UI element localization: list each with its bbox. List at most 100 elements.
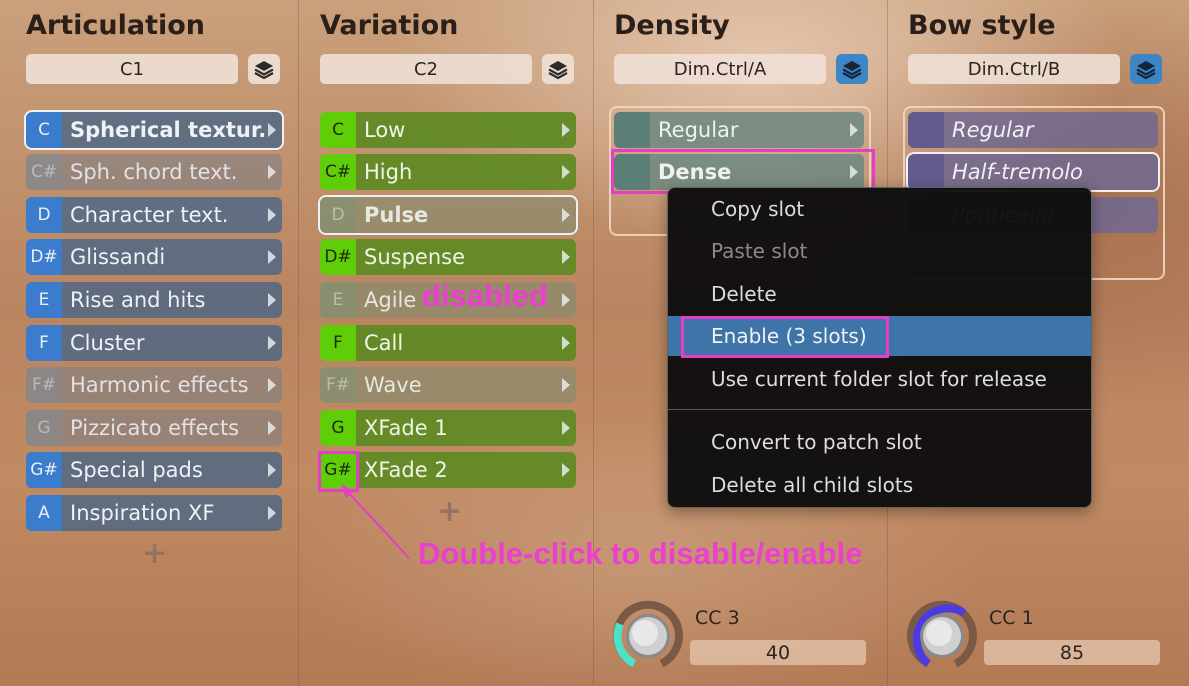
cc1-knob[interactable] <box>906 600 978 672</box>
chevron-right-icon <box>562 165 570 179</box>
slot-item[interactable]: D# Suspense <box>320 239 576 275</box>
slot-key: E <box>26 282 62 318</box>
menu-item-use-folder-slot[interactable]: Use current folder slot for release <box>668 359 1091 399</box>
chevron-right-icon <box>268 293 276 307</box>
slot-item[interactable]: G Pizzicato effects <box>26 410 282 446</box>
slot-label: Inspiration XF <box>70 501 215 525</box>
slot-key: F# <box>320 367 356 403</box>
disabled-annotation: disabled <box>422 278 548 313</box>
chevron-right-icon <box>562 336 570 350</box>
slot-key: C <box>320 112 356 148</box>
menu-item-copy-slot[interactable]: Copy slot <box>668 189 1091 229</box>
articulation-column: Articulation C1 C Spherical textur. C# Sph… <box>24 0 306 686</box>
slot-label: Pizzicato effects <box>70 416 240 440</box>
slot-item[interactable]: D Pulse <box>318 195 578 235</box>
chevron-right-icon <box>268 463 276 477</box>
slot-item[interactable]: F# Wave <box>320 367 576 403</box>
slot-item[interactable]: E Rise and hits <box>26 282 282 318</box>
slot-label: Half-tremolo <box>952 160 1083 184</box>
slot-label: Pulse <box>364 203 429 227</box>
layers-button[interactable] <box>836 54 868 84</box>
slot-item[interactable]: A Inspiration XF <box>26 495 282 531</box>
chevron-right-icon <box>268 421 276 435</box>
slot-label: Wave <box>364 373 422 397</box>
slot-label: Regular <box>952 118 1034 142</box>
slot-label: Regular <box>658 118 739 142</box>
slot-item[interactable]: C Low <box>320 112 576 148</box>
slot-key <box>908 112 944 148</box>
cc3-value[interactable]: 40 <box>690 640 866 665</box>
slot-item[interactable]: G XFade 1 <box>320 410 576 446</box>
slot-label: Special pads <box>70 458 203 482</box>
add-slot-button[interactable]: + <box>142 536 167 571</box>
chevron-right-icon <box>562 250 570 264</box>
slot-item[interactable]: F Call <box>320 325 576 361</box>
slot-label: Rise and hits <box>70 288 206 312</box>
slot-item[interactable]: C Spherical textur. <box>24 110 284 150</box>
column-title: Variation <box>320 10 459 41</box>
cc3-label: CC 3 <box>695 607 740 629</box>
chevron-right-icon <box>562 463 570 477</box>
slot-label: High <box>364 160 413 184</box>
articulation-controller-field[interactable]: C1 <box>26 54 238 84</box>
annotation-arrow <box>341 484 410 559</box>
layers-icon <box>1136 61 1156 80</box>
slot-label: Sph. chord text. <box>70 160 238 184</box>
density-controller-field[interactable]: Dim.Ctrl/A <box>614 54 826 84</box>
variation-controller-field[interactable]: C2 <box>320 54 532 84</box>
menu-item-convert-to-patch[interactable]: Convert to patch slot <box>668 422 1091 462</box>
chevron-right-icon <box>268 250 276 264</box>
slot-item[interactable]: F Cluster <box>26 325 282 361</box>
layers-icon <box>548 61 568 80</box>
chevron-right-icon <box>268 506 276 520</box>
layers-button[interactable] <box>248 54 280 84</box>
slot-key: F <box>26 325 62 361</box>
bow-style-controller-field[interactable]: Dim.Ctrl/B <box>908 54 1120 84</box>
chevron-right-icon <box>268 336 276 350</box>
chevron-right-icon <box>562 293 570 307</box>
slot-item[interactable]: D Character text. <box>26 197 282 233</box>
layers-button[interactable] <box>1130 54 1162 84</box>
slot-item[interactable]: C# Sph. chord text. <box>26 154 282 190</box>
slot-item[interactable]: F# Harmonic effects <box>26 367 282 403</box>
slot-key: A <box>26 495 62 531</box>
slot-label: Low <box>364 118 406 142</box>
slot-label: Glissandi <box>70 245 166 269</box>
slot-key: D <box>320 197 356 233</box>
slot-item[interactable]: Regular <box>614 112 864 148</box>
slot-label: Harmonic effects <box>70 373 249 397</box>
slot-item[interactable]: C# High <box>320 154 576 190</box>
slot-item[interactable]: Half-tremolo <box>906 152 1160 192</box>
cc1-value[interactable]: 85 <box>984 640 1160 665</box>
chevron-right-icon <box>268 378 276 392</box>
chevron-right-icon <box>268 123 276 137</box>
chevron-right-icon <box>268 208 276 222</box>
slot-label: Character text. <box>70 203 229 227</box>
slot-item[interactable]: G# Special pads <box>26 452 282 488</box>
slot-label: XFade 2 <box>364 458 448 482</box>
slot-item[interactable]: Regular <box>908 112 1158 148</box>
enable-item-highlight <box>681 316 889 358</box>
slot-key <box>614 112 650 148</box>
menu-item-delete-child-slots[interactable]: Delete all child slots <box>668 465 1091 505</box>
slot-key: G <box>320 410 356 446</box>
cc3-knob[interactable] <box>612 600 684 672</box>
slot-key: C# <box>26 154 62 190</box>
slot-key: G# <box>26 452 62 488</box>
knob-icon <box>613 600 683 668</box>
menu-item-delete[interactable]: Delete <box>668 274 1091 314</box>
chevron-right-icon <box>562 123 570 137</box>
chevron-right-icon <box>562 378 570 392</box>
chevron-right-icon <box>562 208 570 222</box>
slot-key: G <box>26 410 62 446</box>
slot-item[interactable]: D# Glissandi <box>26 239 282 275</box>
slot-key: C <box>26 112 62 148</box>
layers-icon <box>254 61 274 80</box>
slot-key: D# <box>320 239 356 275</box>
layers-button[interactable] <box>542 54 574 84</box>
column-title: Articulation <box>26 10 206 41</box>
layers-icon <box>842 61 862 80</box>
add-slot-button[interactable]: + <box>437 494 462 529</box>
menu-item-paste-slot[interactable]: Paste slot <box>668 231 1091 271</box>
variation-column: Variation C2 C Low C# High D Pulse D# Suspen… <box>318 0 600 686</box>
